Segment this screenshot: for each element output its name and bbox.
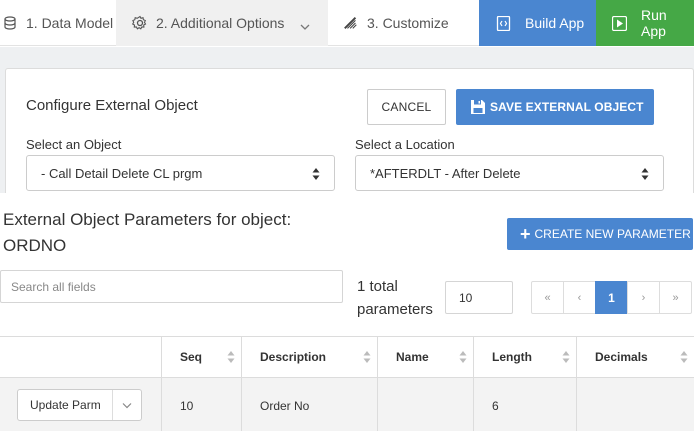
tab-customize[interactable]: 3. Customize [328,0,479,46]
column-header-label: Decimals [595,350,648,364]
column-header-decimals[interactable]: Decimals [577,337,694,377]
page-size-input[interactable]: 10 [445,281,513,314]
row-actions-cell: Update Parm [0,378,162,431]
column-header-seq[interactable]: Seq [162,337,242,377]
cell-description: Order No [242,378,378,431]
chevron-down-icon[interactable] [300,18,310,34]
build-app-label: Build App [525,15,585,31]
total-count-line2: parameters [357,301,433,318]
build-app-button[interactable]: Build App [479,0,596,46]
plus-icon: + [520,224,531,244]
object-select-value: - Call Detail Delete CL prgm [41,165,203,181]
column-header-length[interactable]: Length [474,337,577,377]
sort-icon [227,351,235,363]
cell-seq: 10 [162,378,242,431]
table-header: Seq Description Name Length Decimals [0,337,694,378]
pagination: « ‹ 1 › » [531,281,692,314]
last-page-button[interactable]: » [659,281,692,314]
location-select[interactable]: *AFTERDLT - After Delete [355,155,664,191]
card-title: Configure External Object [26,97,198,114]
table-row: Update Parm 10 Order No 6 [0,378,694,431]
cell-length: 6 [474,378,577,431]
column-header-actions [0,337,162,377]
page-1-button[interactable]: 1 [595,281,628,314]
prev-page-button[interactable]: ‹ [563,281,596,314]
cell-name [378,378,474,431]
first-page-button[interactable]: « [531,281,564,314]
parameters-table: Seq Description Name Length Decimals Upd… [0,336,694,431]
tab-data-model[interactable]: 1. Data Model [0,0,116,46]
cell-decimals [577,378,694,431]
column-header-name[interactable]: Name [378,337,474,377]
next-page-button[interactable]: › [627,281,660,314]
tab-additional-options[interactable]: 2. Additional Options [116,0,328,46]
sort-icon [363,351,371,363]
code-file-icon [496,15,511,31]
sort-icon [562,351,570,363]
total-count-line1: 1 total [357,278,398,295]
sort-icon [459,351,467,363]
play-icon [612,15,627,31]
object-label: Select an Object [26,137,122,152]
sort-icon [680,351,688,363]
run-app-button[interactable]: Run App [596,0,694,46]
location-label: Select a Location [355,137,455,152]
column-header-label: Length [492,350,532,364]
gear-icon [132,15,148,31]
tab-label: 1. Data Model [26,15,114,31]
sort-arrows-icon [312,168,320,180]
magic-wand-icon [343,15,359,31]
search-input[interactable] [0,270,343,303]
object-select[interactable]: - Call Detail Delete CL prgm [26,155,335,191]
chevron-down-icon[interactable] [113,402,141,409]
create-parameter-button[interactable]: + CREATE NEW PARAMETER [507,218,693,250]
column-header-label: Seq [180,350,203,364]
save-label: SAVE EXTERNAL OBJECT [490,100,644,114]
create-parameter-label: CREATE NEW PARAMETER [534,227,691,241]
parameters-heading: External Object Parameters for object: O… [3,207,291,259]
save-external-object-button[interactable]: SAVE EXTERNAL OBJECT [456,89,654,125]
database-icon [2,15,18,31]
update-parm-label: Update Parm [18,390,113,420]
column-header-description[interactable]: Description [242,337,378,377]
parameters-heading-line1: External Object Parameters for object: [3,210,292,229]
location-select-value: *AFTERDLT - After Delete [370,165,521,181]
tab-label: 2. Additional Options [156,15,285,31]
save-icon [470,99,486,115]
column-header-label: Name [396,350,429,364]
column-header-label: Description [260,350,327,364]
total-count: 1 total parameters [357,275,433,321]
update-parm-button[interactable]: Update Parm [17,389,142,421]
cancel-button[interactable]: CANCEL [367,89,446,125]
parameters-heading-object: ORDNO [3,236,67,255]
tab-label: 3. Customize [367,15,449,31]
run-app-label: Run App [641,7,667,39]
top-nav-bar: 1. Data Model 2. Additional Options 3. C… [0,0,694,46]
sort-arrows-icon [641,168,649,180]
